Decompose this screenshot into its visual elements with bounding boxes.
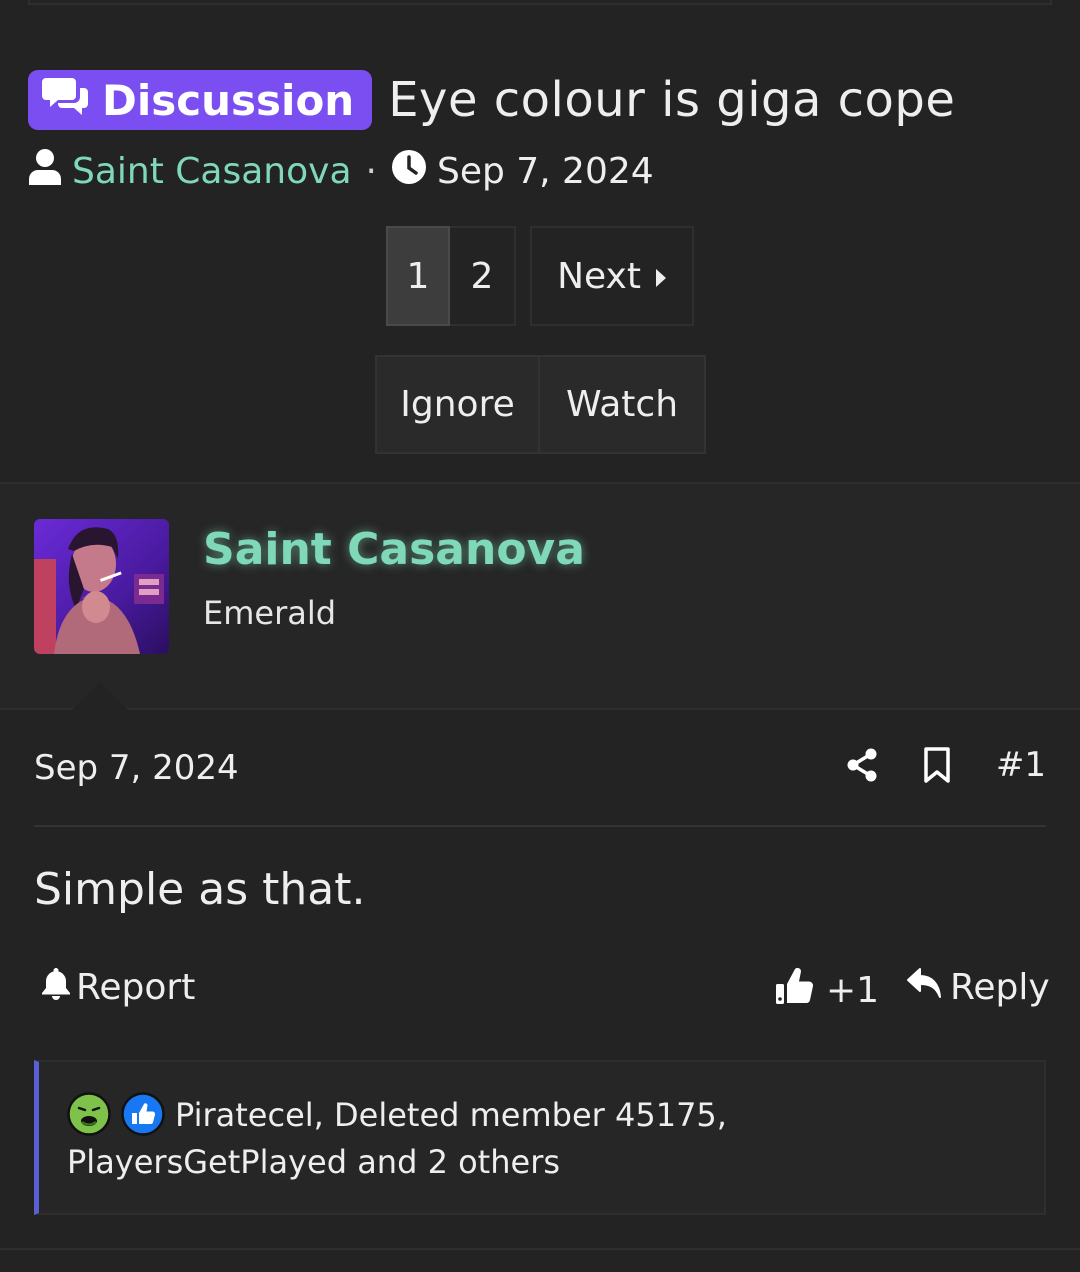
prefix-label: Discussion [102, 75, 355, 125]
reply-label: Reply [950, 967, 1050, 1008]
clock-icon [391, 149, 427, 194]
pagination: 1 2 Next [386, 226, 694, 326]
thread-title-row: Discussion Eye colour is giga cope [28, 70, 955, 130]
thread-meta: Saint Casanova · Sep 7, 2024 [28, 148, 654, 195]
reactions-bar[interactable]: Piratecel, Deleted member 45175, Players… [34, 1060, 1046, 1215]
meta-separator: · [365, 151, 377, 192]
discussion-icon [42, 74, 90, 126]
like-count: +1 [826, 970, 880, 1011]
bookmark-icon[interactable] [920, 747, 954, 783]
watch-button[interactable]: Watch [540, 355, 706, 454]
avatar[interactable] [34, 519, 169, 654]
sick-emoji-icon [67, 1092, 111, 1136]
user-icon [28, 148, 62, 195]
thread-date[interactable]: Sep 7, 2024 [437, 151, 654, 192]
reply-button[interactable]: Reply [906, 966, 1050, 1009]
top-border [28, 0, 1052, 5]
reactions-text[interactable]: Piratecel, Deleted member 45175, Players… [67, 1096, 727, 1181]
prefix-badge[interactable]: Discussion [28, 70, 373, 130]
ignore-button[interactable]: Ignore [375, 355, 540, 454]
thread-title: Eye colour is giga cope [388, 72, 956, 128]
bottom-border [0, 1248, 1080, 1250]
like-emoji-icon [121, 1092, 165, 1136]
post-date[interactable]: Sep 7, 2024 [34, 748, 239, 788]
next-page-button[interactable]: Next [530, 226, 694, 326]
reply-icon [906, 966, 942, 1009]
next-label: Next [557, 255, 641, 297]
post-user-block: Saint Casanova Emerald [0, 482, 1080, 712]
bell-icon [40, 966, 72, 1009]
like-button[interactable]: +1 [774, 966, 879, 1015]
report-label: Report [76, 967, 196, 1008]
post-tools: #1 [844, 745, 1046, 785]
post-divider [34, 825, 1046, 827]
thread-actions: Ignore Watch [375, 355, 706, 454]
post-number-link[interactable]: #1 [996, 745, 1046, 785]
report-button[interactable]: Report [40, 966, 195, 1009]
page-1-button[interactable]: 1 [386, 226, 450, 326]
post-pointer-arrow [70, 682, 130, 712]
thread-author-link[interactable]: Saint Casanova [72, 151, 352, 192]
user-title: Emerald [203, 594, 337, 632]
caret-right-icon [655, 256, 667, 297]
post-username[interactable]: Saint Casanova [203, 524, 585, 575]
post-body: Simple as that. [34, 864, 366, 915]
page-2-button[interactable]: 2 [450, 226, 516, 326]
thumbs-up-icon [774, 966, 814, 1015]
share-icon[interactable] [844, 748, 880, 782]
